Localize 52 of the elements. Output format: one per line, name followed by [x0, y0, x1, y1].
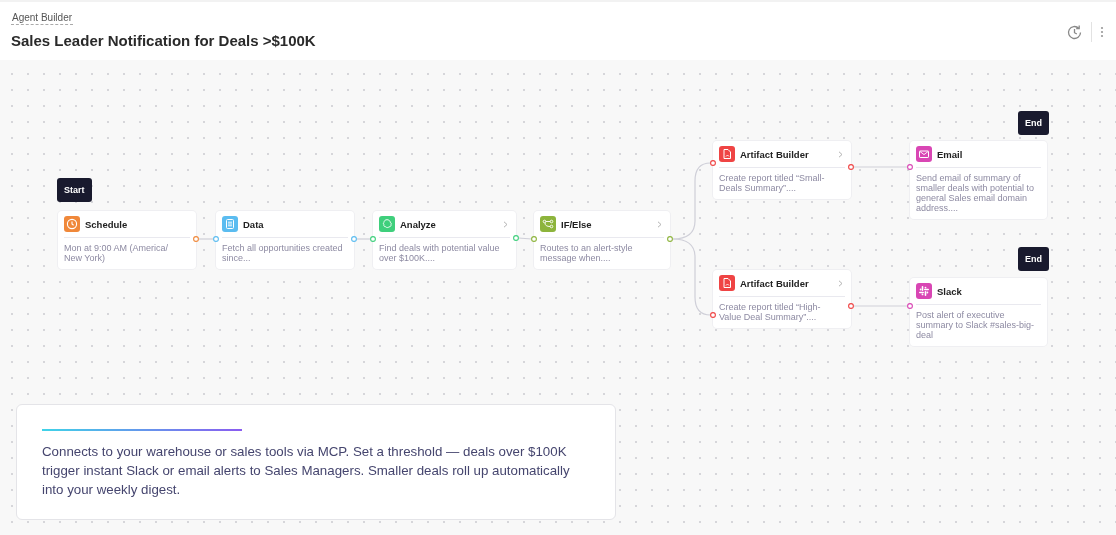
page-title: Sales Leader Notification for Deals >$100K [11, 32, 316, 49]
connector-line [355, 238, 372, 240]
step-card[interactable]: Email Send email of summary of smaller deals with potential to general Sales email domain address.... [910, 141, 1047, 219]
step-card[interactable]: Schedule Mon at 9:00 AM (America/ New York) [58, 211, 196, 269]
step-title: Schedule [85, 218, 129, 230]
step-card[interactable]: Analyze Find deals with potential value over $100K.... [373, 211, 516, 269]
step-title: Analyze [400, 218, 437, 230]
start-node: Start [57, 178, 92, 202]
port-dot[interactable] [667, 236, 673, 242]
step-description: Routes to an alert-style message when.... [540, 243, 634, 263]
step-card[interactable]: Artifact Builder Create report titled “Small-Deals Summary”.... [713, 141, 851, 199]
port-dot[interactable] [213, 236, 219, 242]
chevron-icon[interactable] [657, 220, 662, 228]
step-description: Create report titled “High-Value Deal Summary”.... [719, 302, 822, 322]
history-icon[interactable] [1066, 23, 1083, 41]
step-card[interactable]: IF/Else Routes to an alert-style message when.... [534, 211, 670, 269]
port-dot[interactable] [710, 312, 716, 318]
step-description: Fetch all opportunities created since... [222, 243, 344, 263]
more-icon[interactable] [1100, 26, 1104, 38]
chevron-icon[interactable] [838, 150, 843, 158]
port-dot[interactable] [907, 303, 913, 309]
step-title: Data [243, 218, 265, 230]
port-dot[interactable] [193, 236, 199, 242]
step-title: IF/Else [561, 218, 593, 230]
step-description: Post alert of executive summary to Slack #sales-big-deal [916, 310, 1036, 340]
connector-line [197, 238, 215, 240]
end-node: End [1018, 247, 1049, 271]
step-title: Artifact Builder [740, 148, 810, 160]
chevron-icon[interactable] [838, 279, 843, 287]
port-dot[interactable] [710, 160, 716, 166]
step-title: Email [937, 148, 964, 160]
step-title: Artifact Builder [740, 277, 810, 289]
connector-line [517, 237, 533, 240]
chevron-icon[interactable] [503, 220, 508, 228]
port-dot[interactable] [513, 235, 519, 241]
port-dot[interactable] [907, 164, 913, 170]
step-card[interactable]: Artifact Builder Create report titled “High-Value Deal Summary”.... [713, 270, 851, 328]
port-dot[interactable] [370, 236, 376, 242]
end-node: End [1018, 111, 1049, 135]
breadcrumb-link[interactable]: Agent Builder [11, 12, 74, 25]
step-description: Create report titled “Small-Deals Summary”.... [719, 173, 826, 193]
step-description: Mon at 9:00 AM (America/ New York) [64, 243, 170, 263]
description-text: Connects to your warehouse or sales tools via MCP. Set a threshold — deals over $100K trigger instant Slack or email alerts to Sales Managers. Smaller deals roll up automatically into your weekly digest. [42, 442, 571, 499]
step-description: Find deals with potential value over $100K.... [379, 243, 501, 263]
step-title: Slack [937, 285, 963, 297]
step-card[interactable]: Data Fetch all opportunities created since... [216, 211, 354, 269]
port-dot[interactable] [531, 236, 537, 242]
step-description: Send email of summary of smaller deals with potential to general Sales email domain address.... [916, 173, 1036, 213]
step-card[interactable]: Slack Post alert of executive summary to Slack #sales-big-deal [910, 278, 1047, 346]
port-dot[interactable] [848, 164, 854, 170]
port-dot[interactable] [848, 303, 854, 309]
port-dot[interactable] [351, 236, 357, 242]
